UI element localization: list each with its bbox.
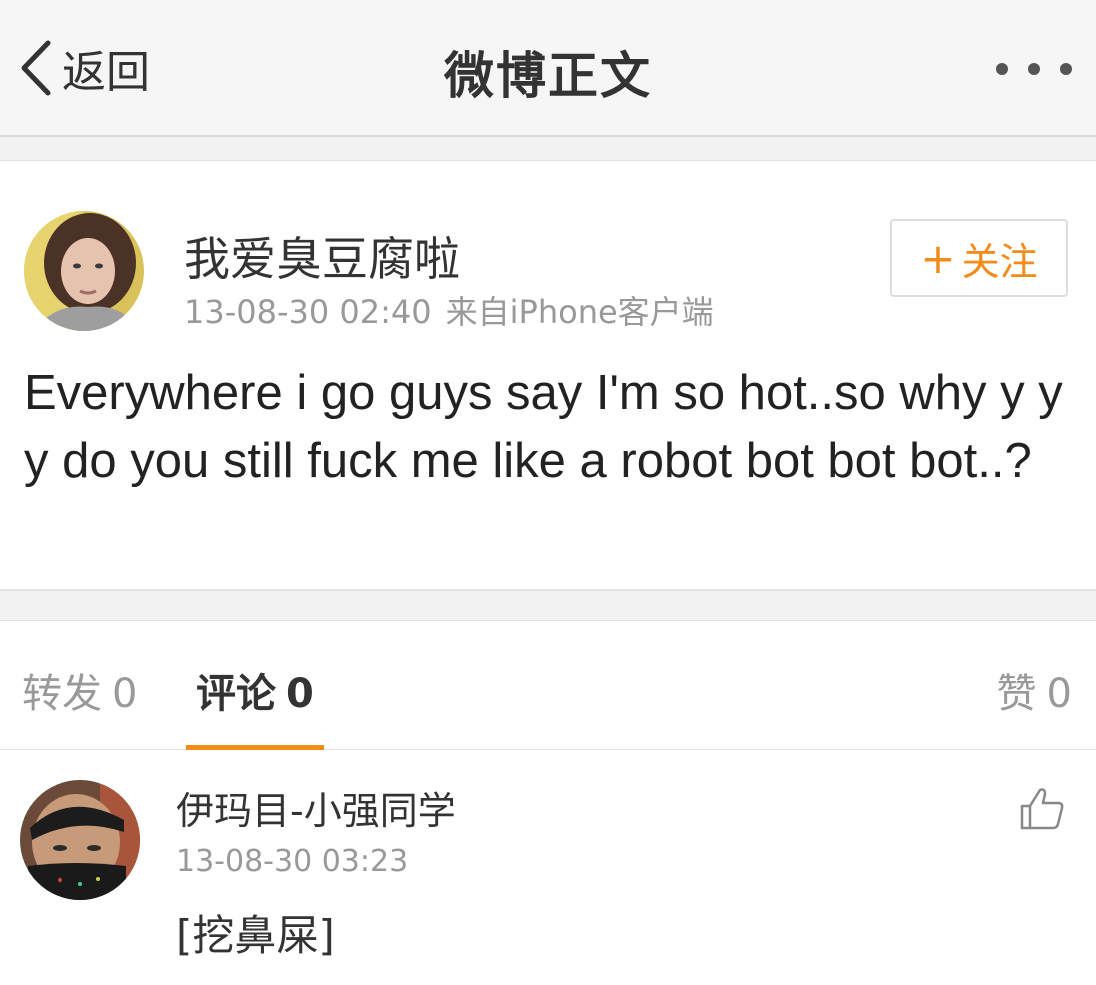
page-title: 微博正文 [444,47,652,105]
tab-comments[interactable]: 评论 0 [196,661,314,719]
tab-repost-label: 转发 [22,671,102,717]
nav-bar: 返回 微博正文 [0,0,1096,137]
commenter-name[interactable]: 伊玛目-小强同学 [176,780,456,835]
commenter-avatar[interactable] [20,780,140,900]
more-dots-icon[interactable] [996,56,1072,82]
tab-comments-count: 0 [286,671,314,717]
post-card: 我爱臭豆腐啦 13-08-30 02:40 来自iPhone客户端 + 关注 Ev… [0,160,1096,591]
post-source[interactable]: 来自iPhone客户端 [446,293,714,331]
post-meta: 13-08-30 02:40 来自iPhone客户端 [184,287,714,333]
author-avatar[interactable] [24,211,144,331]
thumbs-up-icon[interactable] [1018,784,1066,832]
tab-repost-count: 0 [112,671,138,717]
comment-text: [挖鼻屎] [176,911,335,960]
plus-icon: + [920,233,956,283]
more-dot [996,63,1008,75]
tab-likes[interactable]: 赞0 [997,661,1072,719]
more-dot [1028,63,1040,75]
post-time: 13-08-30 02:40 [184,293,432,331]
tab-likes-label: 赞 [996,671,1037,717]
author-name[interactable]: 我爱臭豆腐啦 [184,223,460,289]
comment-item: 伊玛目-小强同学 13-08-30 03:23 [挖鼻屎] [0,750,1096,985]
post-text: Everywhere i go guys say I'm so hot..so … [24,366,1063,488]
follow-button[interactable]: + 关注 [890,219,1068,297]
tab-comments-label: 评论 [196,671,276,717]
tab-repost[interactable]: 转发 0 [22,661,137,719]
interaction-tabs: 转发 0 评论 0 赞0 [0,620,1096,751]
more-dot [1060,63,1072,75]
follow-label: 关注 [961,239,1038,284]
comment-time: 13-08-30 03:23 [176,844,409,879]
tab-likes-count: 0 [1046,671,1072,717]
